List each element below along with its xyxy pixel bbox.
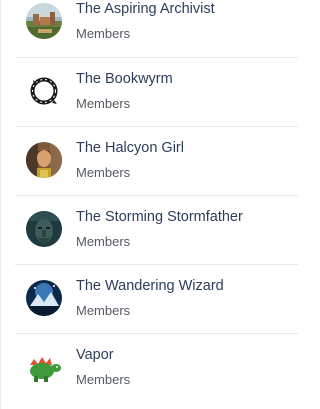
- green-dinosaur-icon: [26, 349, 62, 385]
- member-role: Members: [76, 165, 131, 180]
- green-dinosaur-avatar[interactable]: [26, 349, 62, 385]
- stone-face-icon: [26, 211, 62, 247]
- member-row-wandering-wizard[interactable]: The Wandering Wizard Members: [15, 264, 298, 333]
- member-row-bookwyrm[interactable]: The Bookwyrm Members: [15, 57, 298, 126]
- castle-landscape-icon: [26, 3, 62, 39]
- member-row-vapor[interactable]: Vapor Members: [15, 333, 298, 402]
- member-role: Members: [76, 372, 131, 387]
- member-name[interactable]: The Wandering Wizard: [76, 278, 224, 294]
- member-row-aspiring-archivist[interactable]: The Aspiring Archivist Members: [15, 0, 298, 57]
- member-name[interactable]: The Aspiring Archivist: [76, 1, 215, 17]
- member-list: The Aspiring Archivist Members The Bookw…: [0, 0, 298, 409]
- member-row-halcyon-girl[interactable]: The Halcyon Girl Members: [15, 126, 298, 195]
- portrait-painting-avatar[interactable]: [26, 142, 62, 178]
- fantasy-scene-avatar[interactable]: [26, 280, 62, 316]
- member-name[interactable]: Vapor: [76, 347, 114, 363]
- portrait-painting-icon: [26, 142, 62, 178]
- fantasy-scene-icon: [26, 280, 62, 316]
- member-name[interactable]: The Storming Stormfather: [76, 209, 243, 225]
- member-name[interactable]: The Bookwyrm: [76, 71, 173, 87]
- member-role: Members: [76, 26, 131, 41]
- member-role: Members: [76, 303, 131, 318]
- stone-face-avatar[interactable]: [26, 211, 62, 247]
- castle-landscape-avatar[interactable]: [26, 3, 62, 39]
- member-role: Members: [76, 96, 131, 111]
- member-row-storming-stormfather[interactable]: The Storming Stormfather Members: [15, 195, 298, 264]
- member-role: Members: [76, 234, 131, 249]
- ouroboros-icon: [26, 73, 62, 109]
- ouroboros-avatar[interactable]: [26, 73, 62, 109]
- member-name[interactable]: The Halcyon Girl: [76, 140, 184, 156]
